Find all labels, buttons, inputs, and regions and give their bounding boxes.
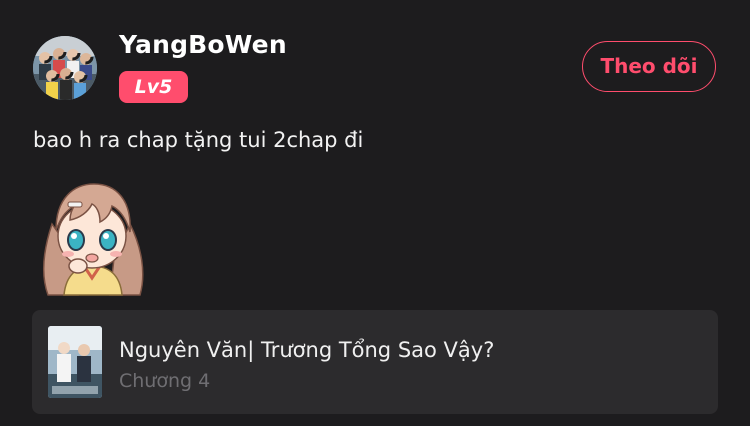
manga-title: Nguyên Văn| Trương Tổng Sao Vậy? [119,338,495,362]
linked-manga-card[interactable]: Nguyên Văn| Trương Tổng Sao Vậy? Chương … [32,310,718,414]
level-badge: Lv5 [119,71,188,103]
group-photo-avatar-icon [33,36,97,100]
comment-post: YangBoWen Lv5 Theo dõi bao h ra chap tặn… [0,0,750,426]
follow-button[interactable]: Theo dõi [582,41,716,92]
username[interactable]: YangBoWen [119,30,287,59]
comment-text: bao h ra chap tặng tui 2chap đi [33,128,364,152]
anime-girl-sticker-icon [34,178,150,296]
manga-chapter: Chương 4 [119,370,211,392]
manga-cover-icon [48,326,102,398]
user-avatar[interactable] [33,36,97,100]
